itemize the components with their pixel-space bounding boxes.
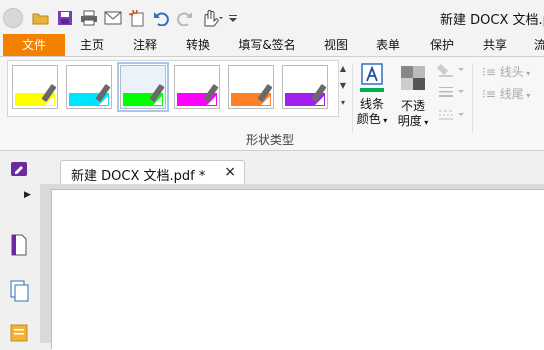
save-icon[interactable] — [56, 9, 74, 27]
line-color-button[interactable]: 线条 颜色 ▾ — [354, 63, 390, 128]
print-icon[interactable] — [80, 9, 98, 27]
tab-home[interactable]: 主页 — [74, 34, 110, 56]
swatch-corner — [153, 96, 162, 105]
tab-form[interactable]: 表单 — [370, 34, 406, 56]
line-end-button[interactable]: ⁝≡ 线尾 ▾ — [482, 85, 530, 102]
undo-icon[interactable] — [152, 9, 170, 27]
line-style-button[interactable] — [437, 84, 465, 101]
shape-swatch-cyan[interactable] — [66, 65, 112, 109]
tab-protect[interactable]: 保护 — [424, 34, 460, 56]
gallery-expand-icon[interactable]: ▾ — [337, 94, 349, 111]
window-title: 新建 DOCX 文档.pd — [440, 13, 544, 28]
opacity-button[interactable]: 不透 明度 ▾ — [395, 63, 431, 130]
swatch-corner — [99, 96, 108, 105]
close-icon[interactable]: × — [224, 164, 236, 180]
chevron-down-icon: ▾ — [523, 91, 531, 100]
opacity-label-2: 明度 — [397, 114, 422, 128]
title-bar: 新建 DOCX 文档.pd — [0, 0, 544, 34]
comments-icon[interactable] — [10, 324, 30, 347]
tab-share[interactable]: 共享 — [477, 34, 513, 56]
gallery-scroll: ▲ ▼ ▾ — [337, 60, 349, 115]
line-end-label: 线尾 — [499, 87, 524, 101]
page-thumbnail-icon[interactable] — [10, 234, 28, 259]
pdf-page[interactable] — [52, 190, 544, 350]
open-folder-icon[interactable] — [32, 9, 50, 27]
tab-fill-sign[interactable]: 填写&签名 — [234, 34, 300, 56]
ribbon-separator — [472, 63, 473, 133]
expand-panel-arrow-icon[interactable]: ▶ — [24, 190, 31, 200]
line-start-button[interactable]: ⁝≡ 线头 ▾ — [482, 63, 530, 80]
tab-flow[interactable]: 流 — [530, 34, 544, 56]
document-canvas[interactable] — [40, 184, 544, 350]
line-end-icon: ⁝≡ — [482, 87, 500, 101]
paint-bucket-icon — [437, 64, 464, 77]
email-icon[interactable] — [104, 9, 122, 27]
document-tab-label: 新建 DOCX 文档.pdf * — [71, 169, 206, 184]
layers-icon[interactable] — [10, 280, 30, 305]
foxit-reader-icon[interactable] — [10, 161, 28, 180]
document-tab[interactable]: 新建 DOCX 文档.pdf * × — [60, 160, 245, 184]
line-start-label: 线头 — [499, 65, 524, 79]
text-color-a-icon — [360, 63, 384, 92]
shape-swatch-magenta[interactable] — [174, 65, 220, 109]
line-color-label-1: 线条 — [359, 97, 384, 111]
shape-swatch-purple[interactable] — [282, 65, 328, 109]
shape-type-gallery — [7, 60, 339, 117]
navigation-panel: ▶ — [0, 184, 41, 343]
shape-swatch-yellow[interactable] — [12, 65, 58, 109]
new-document-icon[interactable] — [128, 9, 146, 27]
swatch-corner — [315, 96, 324, 105]
tab-convert[interactable]: 转换 — [180, 34, 216, 56]
swatch-corner — [261, 96, 270, 105]
chevron-down-icon: ▾ — [380, 116, 388, 125]
ribbon-separator — [352, 63, 353, 133]
line-color-label-2: 颜色 — [356, 112, 381, 126]
chevron-down-icon: ▾ — [523, 69, 531, 78]
shape-swatch-green[interactable] — [117, 62, 169, 112]
customize-toolbar-dropdown-icon[interactable] — [228, 9, 238, 27]
line-start-icon: ⁝≡ — [482, 65, 500, 79]
dash-style-icon — [439, 110, 464, 120]
fill-color-button[interactable] — [437, 61, 465, 80]
redo-icon[interactable] — [176, 9, 194, 27]
tab-view[interactable]: 视图 — [318, 34, 354, 56]
swatch-corner — [45, 96, 54, 105]
gallery-scroll-down-icon[interactable]: ▼ — [337, 77, 349, 94]
swatch-corner — [207, 96, 216, 105]
chevron-down-icon: ▾ — [421, 118, 429, 127]
group-label-shape-type: 形状类型 — [246, 133, 295, 147]
tab-file[interactable]: 文件 — [3, 34, 65, 56]
tab-comment[interactable]: 注释 — [127, 34, 163, 56]
gallery-scroll-up-icon[interactable]: ▲ — [337, 60, 349, 77]
line-style-icon — [439, 87, 464, 97]
shape-swatch-orange[interactable] — [228, 65, 274, 109]
opacity-icon — [401, 66, 425, 90]
hand-tool-icon[interactable] — [200, 9, 226, 27]
app-menu-button[interactable] — [3, 8, 23, 28]
ribbon-tab-bar: 文件 主页 注释 转换 填写&签名 视图 表单 保护 共享 流 — [0, 34, 544, 57]
opacity-label-1: 不透 — [400, 99, 425, 113]
ribbon-panel: ▲ ▼ ▾ 形状类型 线条 颜色 ▾ 不透 明度 ▾ ⁝≡ 线头 ▾ ⁝≡ 线尾… — [0, 57, 544, 151]
dash-style-button[interactable] — [437, 107, 465, 124]
